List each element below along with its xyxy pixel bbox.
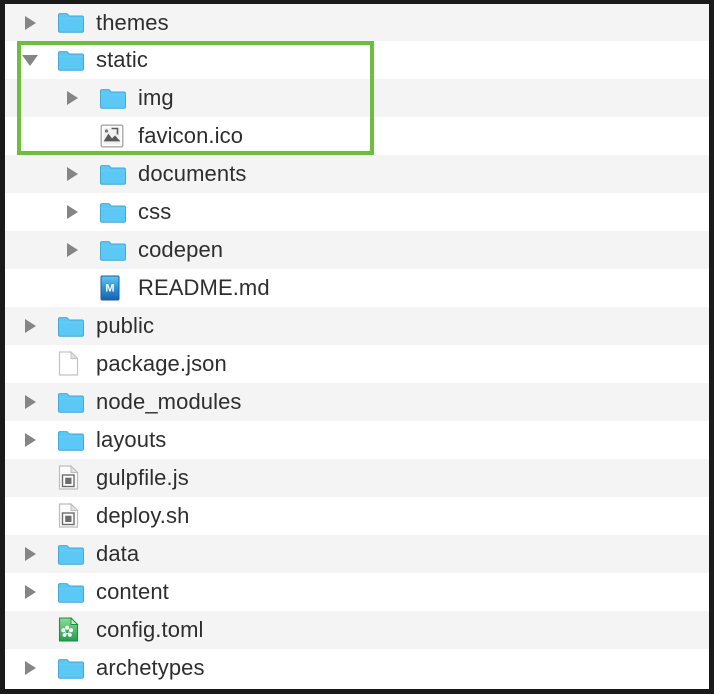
chevron-right-icon[interactable] [64, 166, 80, 182]
image-file-icon [100, 124, 124, 148]
folder-icon [58, 428, 84, 452]
folder-icon [58, 430, 84, 451]
folder-icon [58, 13, 84, 33]
folder-icon [100, 88, 126, 109]
twisty-placeholder [64, 280, 80, 296]
chevron-right-icon[interactable] [64, 204, 80, 220]
file-tree-list: themes static img favicon.ico documents css co… [5, 4, 709, 687]
tree-item-label: config.toml [96, 617, 204, 642]
folder-icon [100, 238, 126, 262]
tree-row[interactable]: documents [5, 155, 709, 193]
tree-row[interactable]: gulpfile.js [5, 459, 709, 497]
folder-icon [58, 11, 84, 35]
tree-row[interactable]: img [5, 79, 709, 117]
config-file-icon [58, 617, 84, 642]
blank-file-icon [58, 351, 79, 376]
folder-icon [58, 50, 84, 71]
folder-icon [58, 48, 84, 72]
tree-row[interactable]: M README.md [5, 269, 709, 307]
script-file-icon [58, 465, 79, 490]
tree-item-label: css [138, 199, 172, 224]
tree-row[interactable]: favicon.ico [5, 117, 709, 155]
tree-item-label: static [96, 47, 148, 72]
tree-item-label: package.json [96, 351, 227, 376]
folder-icon [100, 240, 126, 261]
chevron-down-icon[interactable] [22, 52, 38, 68]
tree-row[interactable]: archetypes [5, 649, 709, 687]
folder-icon [58, 656, 84, 680]
folder-icon [100, 200, 126, 224]
chevron-right-icon[interactable] [22, 584, 38, 600]
tree-row[interactable]: css [5, 193, 709, 231]
script-file-icon [58, 503, 84, 528]
twisty-placeholder [22, 356, 38, 372]
chevron-right-icon[interactable] [22, 660, 38, 676]
folder-icon [100, 162, 126, 186]
folder-icon [58, 542, 84, 566]
tree-row[interactable]: data [5, 535, 709, 573]
chevron-right-icon[interactable] [22, 432, 38, 448]
markdown-file-icon: M [100, 275, 120, 301]
chevron-right-icon[interactable] [22, 394, 38, 410]
tree-row[interactable]: package.json [5, 345, 709, 383]
tree-item-label: public [96, 313, 155, 338]
folder-icon [58, 658, 84, 679]
chevron-right-icon[interactable] [22, 15, 38, 31]
tree-item-label: gulpfile.js [96, 465, 189, 490]
script-file-icon [58, 503, 79, 528]
tree-item-label: layouts [96, 427, 167, 452]
twisty-placeholder [22, 508, 38, 524]
tree-item-label: node_modules [96, 389, 242, 414]
markdown-file-icon: M [100, 275, 126, 301]
folder-icon [58, 314, 84, 338]
twisty-placeholder [22, 470, 38, 486]
tree-row[interactable]: public [5, 307, 709, 345]
tree-item-label: themes [96, 9, 169, 35]
folder-icon [58, 582, 84, 603]
tree-row[interactable]: deploy.sh [5, 497, 709, 535]
script-file-icon [58, 465, 84, 490]
folder-icon [58, 544, 84, 565]
blank-file-icon [58, 351, 84, 376]
chevron-right-icon[interactable] [64, 242, 80, 258]
tree-item-label: archetypes [96, 655, 205, 680]
folder-icon [100, 164, 126, 185]
chevron-right-icon[interactable] [22, 318, 38, 334]
folder-icon [58, 316, 84, 337]
twisty-placeholder [64, 128, 80, 144]
folder-icon [58, 580, 84, 604]
tree-item-label: content [96, 579, 169, 604]
tree-item-label: data [96, 541, 140, 566]
tree-row[interactable]: themes [5, 4, 709, 41]
file-tree-panel: themes static img favicon.ico documents css co… [0, 0, 714, 694]
tree-row[interactable]: layouts [5, 421, 709, 459]
tree-item-label: deploy.sh [96, 503, 190, 528]
folder-icon [100, 202, 126, 223]
folder-icon [58, 392, 84, 413]
twisty-placeholder [22, 622, 38, 638]
chevron-right-icon[interactable] [64, 90, 80, 106]
folder-icon [100, 86, 126, 110]
tree-row[interactable]: codepen [5, 231, 709, 269]
tree-item-label: favicon.ico [138, 123, 244, 148]
tree-item-label: codepen [138, 237, 224, 262]
chevron-right-icon[interactable] [22, 546, 38, 562]
tree-row[interactable]: static [5, 41, 709, 79]
svg-text:M: M [105, 283, 114, 295]
config-file-icon [58, 617, 79, 642]
folder-icon [58, 390, 84, 414]
image-file-icon [100, 124, 126, 148]
tree-row[interactable]: config.toml [5, 611, 709, 649]
tree-item-label: README.md [138, 275, 270, 300]
tree-item-label: img [138, 85, 174, 110]
tree-row[interactable]: node_modules [5, 383, 709, 421]
tree-item-label: documents [138, 161, 247, 186]
tree-row[interactable]: content [5, 573, 709, 611]
